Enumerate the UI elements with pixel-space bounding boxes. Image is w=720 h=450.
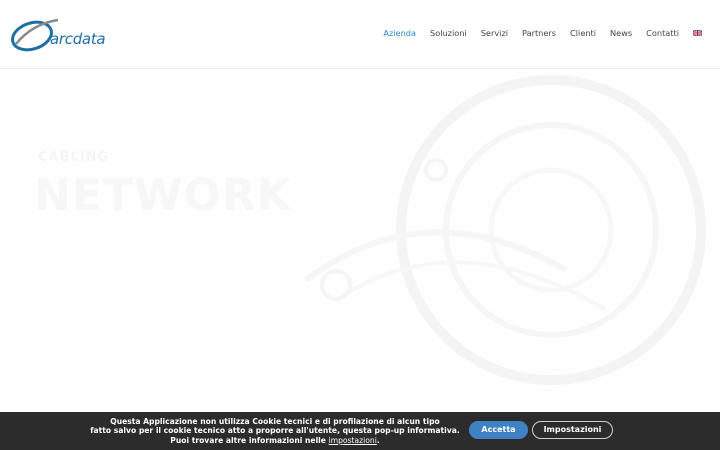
accept-button[interactable]: Accetta bbox=[469, 421, 528, 439]
nav-item-partners[interactable]: Partners bbox=[522, 26, 556, 40]
main-nav: Azienda Soluzioni Servizi Partners Clien… bbox=[369, 26, 702, 40]
cookie-line-2: fatto salvo per il cookie tecnico atto a… bbox=[90, 426, 460, 436]
hero-title: NETWORK bbox=[34, 170, 292, 221]
nav-item-azienda[interactable]: Azienda bbox=[383, 26, 416, 40]
cookie-settings-link[interactable]: impostazioni bbox=[329, 436, 377, 445]
logo-text: arcdata bbox=[50, 30, 106, 48]
uk-flag-icon[interactable] bbox=[693, 30, 702, 36]
logo[interactable]: arcdata bbox=[10, 14, 122, 54]
nav-item-news[interactable]: News bbox=[610, 26, 632, 40]
cookie-line-1: Questa Applicazione non utilizza Cookie … bbox=[110, 417, 440, 426]
site-header: arcdata Azienda Soluzioni Servizi Partne… bbox=[0, 0, 720, 69]
cookie-banner: Questa Applicazione non utilizza Cookie … bbox=[0, 412, 720, 450]
cookie-line-3: Puoi trovare altre informazioni nelle im… bbox=[80, 436, 470, 445]
cookie-message: Questa Applicazione non utilizza Cookie … bbox=[80, 417, 470, 445]
cookie-line-3-suffix: . bbox=[376, 435, 380, 445]
globe-watermark-icon bbox=[304, 75, 706, 385]
nav-item-soluzioni[interactable]: Soluzioni bbox=[430, 26, 467, 40]
settings-button[interactable]: Impostazioni bbox=[532, 421, 613, 439]
hero-subtitle: CABLING bbox=[38, 150, 110, 165]
nav-item-clienti[interactable]: Clienti bbox=[570, 26, 596, 40]
nav-item-contatti[interactable]: Contatti bbox=[646, 26, 679, 40]
nav-item-servizi[interactable]: Servizi bbox=[481, 26, 508, 40]
cookie-line-3-text: Puoi trovare altre informazioni nelle bbox=[170, 435, 326, 445]
hero-banner: CABLING NETWORK bbox=[6, 70, 716, 395]
